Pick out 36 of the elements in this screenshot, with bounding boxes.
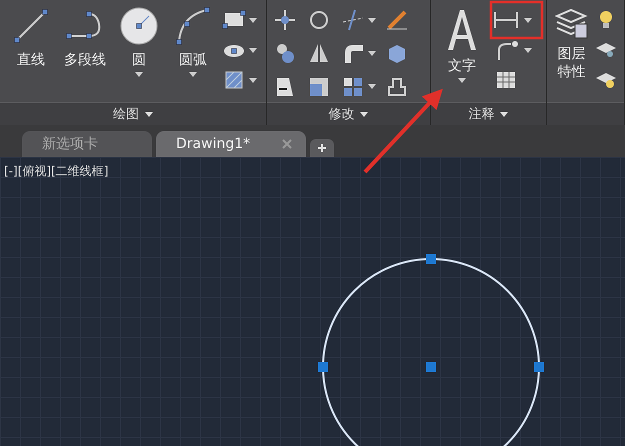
new-tab-button[interactable] <box>310 139 334 157</box>
caret-icon <box>360 112 368 116</box>
highlight-frame <box>490 0 544 40</box>
move-icon <box>273 8 298 32</box>
document-tab[interactable]: Drawing1* <box>156 131 306 157</box>
ribbon-tool-button[interactable]: 多段线 <box>60 6 110 102</box>
caret-icon <box>249 78 257 82</box>
viewport-label[interactable]: [-][俯视][二维线框] <box>4 163 108 180</box>
panel-title: 注释 <box>468 106 494 123</box>
ribbon-tool-button[interactable] <box>222 8 257 32</box>
circle-icon <box>119 6 159 46</box>
caret-icon <box>249 48 257 52</box>
plus-icon <box>317 143 327 153</box>
brush-icon <box>385 8 410 32</box>
caret-icon <box>500 112 508 116</box>
ribbon-tool-button[interactable]: 圆弧 <box>168 6 218 102</box>
line-icon <box>11 6 51 46</box>
rectangle-icon <box>222 8 246 32</box>
trim-icon <box>341 8 366 32</box>
panel-title: 修改 <box>328 106 354 123</box>
ribbon-tool-button[interactable]: 文字 <box>436 6 487 102</box>
layers-icon <box>554 6 588 40</box>
drawing-canvas[interactable]: [-][俯视][二维线框] <box>0 157 625 446</box>
caret-icon <box>145 112 154 116</box>
caret-icon <box>524 48 532 52</box>
caret-icon <box>368 18 376 22</box>
caret-icon <box>368 84 376 90</box>
close-icon <box>282 139 292 149</box>
circle-drawing[interactable] <box>318 254 544 446</box>
ribbon-tool-button[interactable]: 圆 <box>114 6 164 102</box>
caret-icon <box>524 18 532 22</box>
caret-icon <box>368 50 376 56</box>
panel-title: 绘图 <box>113 106 140 123</box>
ribbon-tool-button[interactable]: 直线 <box>6 6 56 102</box>
arc-icon <box>173 6 213 46</box>
caret-icon <box>249 18 257 22</box>
